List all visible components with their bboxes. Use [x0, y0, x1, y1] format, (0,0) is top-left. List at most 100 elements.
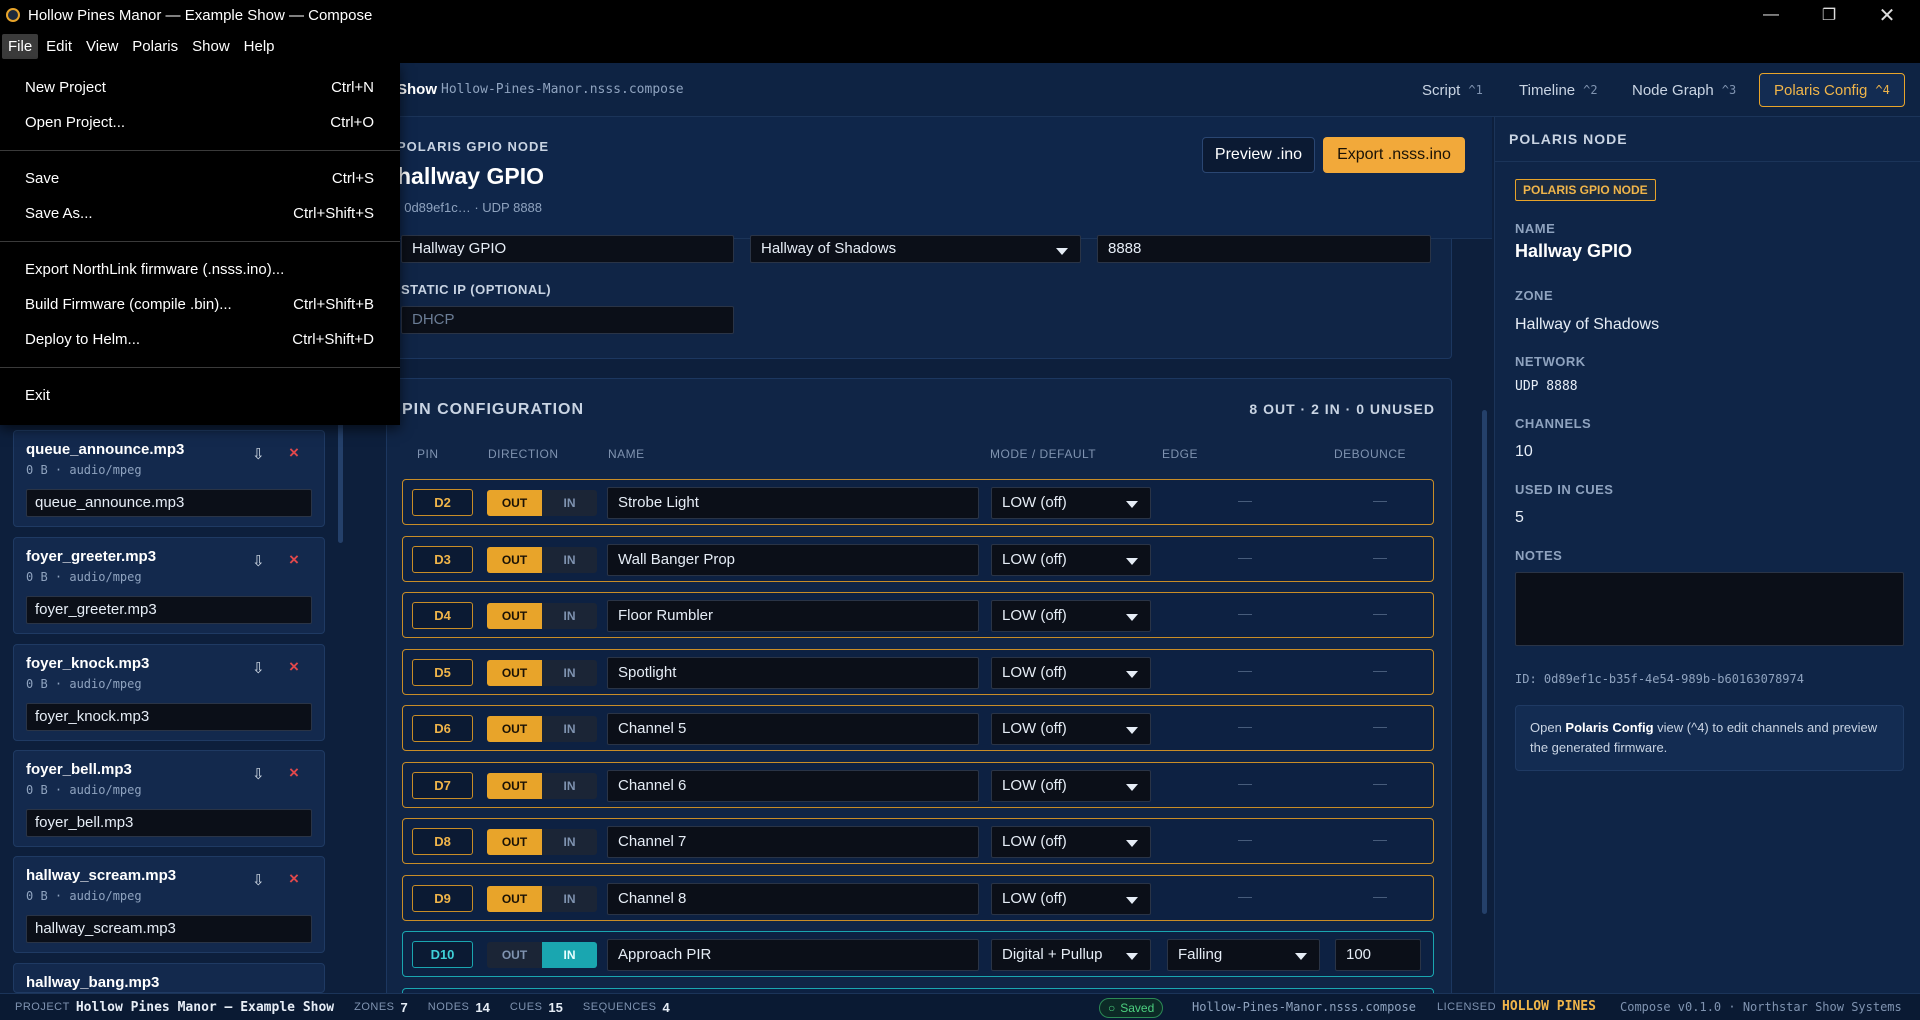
pin-name-input[interactable]: Channel 7	[607, 826, 979, 858]
remove-icon[interactable]: ×	[289, 763, 299, 783]
direction-toggle[interactable]: OUT IN	[487, 546, 597, 573]
chevron-down-icon	[1126, 896, 1138, 904]
editor-scrollbar[interactable]	[1482, 410, 1487, 914]
pin-name-input[interactable]: Floor Rumbler	[607, 600, 979, 632]
direction-toggle[interactable]: OUT IN	[487, 829, 597, 855]
menu-item-save-as[interactable]: Save As...	[25, 205, 93, 222]
download-icon[interactable]: ⇩	[252, 552, 265, 570]
menu-item-new-project[interactable]: New Project	[25, 79, 106, 96]
download-icon[interactable]: ⇩	[252, 445, 265, 463]
export-ino-button[interactable]: Export .nsss.ino	[1323, 137, 1465, 173]
direction-in[interactable]: IN	[542, 660, 597, 686]
direction-in[interactable]: IN	[542, 886, 597, 912]
direction-out[interactable]: OUT	[487, 885, 542, 912]
direction-out[interactable]: OUT	[487, 490, 542, 516]
show-label: Show	[397, 81, 437, 98]
menu-show[interactable]: Show	[186, 34, 236, 59]
pin-mode-select[interactable]: LOW (off)	[991, 769, 1151, 802]
pin-mode-select[interactable]: LOW (off)	[991, 600, 1151, 632]
close-icon[interactable]: ✕	[1859, 0, 1915, 30]
direction-out[interactable]: OUT	[487, 829, 542, 855]
direction-in[interactable]: IN	[542, 547, 597, 573]
direction-toggle[interactable]: OUT IN	[487, 885, 597, 912]
menu-item-deploy-helm[interactable]: Deploy to Helm...	[25, 331, 140, 348]
direction-toggle[interactable]: OUT IN	[487, 772, 597, 799]
preview-ino-button[interactable]: Preview .ino	[1202, 137, 1315, 173]
restore-icon[interactable]: ❐	[1801, 0, 1857, 30]
pin-mode-select[interactable]: Digital + Pullup	[991, 939, 1151, 971]
audio-file-input[interactable]: queue_announce.mp3	[26, 489, 312, 517]
remove-icon[interactable]: ×	[289, 550, 299, 570]
tab-timeline[interactable]: Timeline ^2	[1505, 73, 1612, 107]
download-icon[interactable]: ⇩	[252, 871, 265, 889]
menu-item-open-project[interactable]: Open Project...	[25, 114, 125, 131]
status-sequences-label: SEQUENCES	[582, 1001, 657, 1013]
menu-polaris[interactable]: Polaris	[126, 34, 184, 59]
audio-file-input[interactable]: foyer_greeter.mp3	[26, 596, 312, 624]
pin-debounce-input[interactable]: 100	[1335, 939, 1421, 971]
zone-select[interactable]: Hallway of Shadows	[750, 235, 1081, 263]
menu-item-export-firmware[interactable]: Export NorthLink firmware (.nsss.ino)...	[25, 261, 284, 278]
pin-mode-select[interactable]: LOW (off)	[991, 713, 1151, 745]
direction-toggle[interactable]: OUT IN	[487, 603, 597, 629]
tab-shortcut: ^4	[1875, 83, 1890, 97]
audio-file-input[interactable]: foyer_bell.mp3	[26, 809, 312, 837]
direction-toggle[interactable]: OUT IN	[487, 716, 597, 742]
direction-in[interactable]: IN	[542, 773, 597, 799]
tab-script[interactable]: Script ^1	[1408, 73, 1497, 107]
pin-mode-select[interactable]: LOW (off)	[991, 882, 1151, 915]
menu-help[interactable]: Help	[238, 34, 281, 59]
direction-in[interactable]: IN	[542, 829, 597, 855]
menu-item-save[interactable]: Save	[25, 170, 59, 187]
direction-in[interactable]: IN	[542, 942, 597, 968]
shortcut-build-firmware: Ctrl+Shift+B	[293, 296, 374, 313]
tab-node-graph[interactable]: Node Graph ^3	[1618, 73, 1750, 107]
port-input[interactable]: 8888	[1097, 235, 1431, 263]
pin-mode-select[interactable]: LOW (off)	[991, 656, 1151, 689]
pin-mode-select[interactable]: LOW (off)	[991, 543, 1151, 576]
direction-out[interactable]: OUT	[487, 716, 542, 742]
remove-icon[interactable]: ×	[289, 869, 299, 889]
pin-name-input[interactable]: Channel 8	[607, 882, 979, 915]
minimize-icon[interactable]: —	[1743, 0, 1799, 30]
pin-name-input[interactable]: Strobe Light	[607, 487, 979, 519]
notes-textarea[interactable]	[1515, 572, 1904, 646]
download-icon[interactable]: ⇩	[252, 765, 265, 783]
menu-file[interactable]: File	[2, 34, 39, 59]
tab-polaris-config[interactable]: Polaris Config ^4	[1759, 73, 1905, 107]
pin-label: D9	[412, 884, 473, 912]
direction-in[interactable]: IN	[542, 490, 597, 516]
download-icon[interactable]: ⇩	[252, 659, 265, 677]
node-name-input[interactable]: Hallway GPIO	[401, 235, 734, 263]
direction-out[interactable]: OUT	[487, 772, 542, 799]
direction-in[interactable]: IN	[542, 603, 597, 629]
pin-name-input[interactable]: Wall Banger Prop	[607, 543, 979, 576]
menu-item-exit[interactable]: Exit	[25, 387, 50, 404]
direction-toggle[interactable]: OUT IN	[487, 490, 597, 516]
direction-out[interactable]: OUT	[487, 659, 542, 686]
direction-toggle[interactable]: OUT IN	[487, 942, 597, 968]
pin-mode-select[interactable]: LOW (off)	[991, 826, 1151, 858]
audio-file-input[interactable]: hallway_scream.mp3	[26, 915, 312, 943]
direction-out[interactable]: OUT	[487, 546, 542, 573]
direction-out[interactable]: OUT	[487, 942, 542, 968]
pin-name-input[interactable]: Approach PIR	[607, 939, 979, 971]
pin-mode-select[interactable]: LOW (off)	[991, 487, 1151, 519]
menu-view[interactable]: View	[80, 34, 124, 59]
direction-toggle[interactable]: OUT IN	[487, 659, 597, 686]
pin-name-input[interactable]: Channel 5	[607, 713, 979, 745]
remove-icon[interactable]: ×	[289, 443, 299, 463]
audio-file-card: hallway_scream.mp3 0 B · audio/mpeg ⇩ × …	[13, 856, 325, 953]
remove-icon[interactable]: ×	[289, 657, 299, 677]
direction-in[interactable]: IN	[542, 716, 597, 742]
status-version: Compose v0.1.0 · Northstar Show Systems	[1620, 1000, 1902, 1014]
pin-edge-select[interactable]: Falling	[1167, 939, 1320, 971]
pin-name-input[interactable]: Spotlight	[607, 656, 979, 689]
project-file-name: Hollow-Pines-Manor.nsss.compose	[441, 82, 684, 97]
menu-edit[interactable]: Edit	[40, 34, 78, 59]
pin-name-input[interactable]: Channel 6	[607, 769, 979, 802]
static-ip-input[interactable]: DHCP	[401, 306, 734, 334]
direction-out[interactable]: OUT	[487, 603, 542, 629]
menu-item-build-firmware[interactable]: Build Firmware (compile .bin)...	[25, 296, 232, 313]
audio-file-input[interactable]: foyer_knock.mp3	[26, 703, 312, 731]
